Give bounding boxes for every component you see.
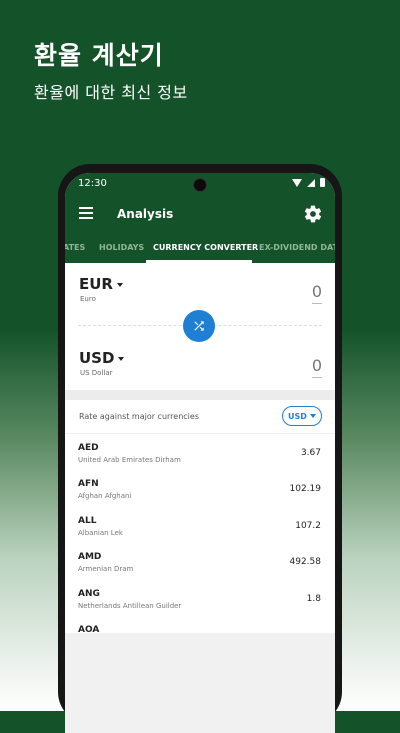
shuffle-icon xyxy=(194,321,204,331)
rate-value: 3.67 xyxy=(300,448,321,458)
rate-row[interactable]: ALL Albanian Lek 107.2 xyxy=(65,511,335,547)
wifi-icon xyxy=(292,178,302,187)
from-caret-down-icon xyxy=(116,282,123,287)
to-currency-code: USD xyxy=(79,349,115,367)
rates-label: Rate against major currencies xyxy=(79,412,199,421)
to-caret-down-icon xyxy=(118,356,125,361)
phone-frame: 12:30 Analysis ATES HOLIDAYS CURRENCY CO… xyxy=(58,164,342,733)
from-currency-selector[interactable]: EUR xyxy=(79,275,123,293)
rate-row[interactable]: AFN Afghan Afghani 102.19 xyxy=(65,474,335,510)
rate-code: ALL xyxy=(78,516,97,526)
rate-code: AOA xyxy=(78,625,100,633)
rate-code: AED xyxy=(78,443,99,453)
signal-icon xyxy=(307,178,315,187)
rate-name: Armenian Dram xyxy=(78,565,134,573)
rate-value: 107.2 xyxy=(295,521,321,531)
rate-code: AMD xyxy=(78,552,102,562)
base-caret-down-icon xyxy=(309,414,316,418)
tab-currency-converter[interactable]: CURRENCY CONVERTER xyxy=(153,243,258,252)
from-currency-name: Euro xyxy=(80,295,96,303)
rate-row[interactable]: AED United Arab Emirates Dirham 3.67 xyxy=(65,438,335,474)
rates-card: Rate against major currencies USD AED Un… xyxy=(65,400,335,633)
tab-holidays[interactable]: HOLIDAYS xyxy=(99,243,144,252)
status-bar: 12:30 xyxy=(65,173,335,197)
promo-title: 환율 계산기 xyxy=(34,41,164,70)
rate-name: Netherlands Antillean Guilder xyxy=(78,602,182,610)
from-amount-underline xyxy=(312,303,322,304)
battery-icon xyxy=(320,178,325,187)
rate-row[interactable]: AOA xyxy=(65,620,335,633)
toolbar-title: Analysis xyxy=(117,207,174,221)
rate-code: ANG xyxy=(78,589,100,599)
menu-icon[interactable] xyxy=(79,207,93,219)
camera-cutout xyxy=(193,178,207,192)
rates-divider xyxy=(65,433,335,434)
from-currency-code: EUR xyxy=(79,275,113,293)
base-currency-dropdown[interactable]: USD xyxy=(282,406,322,426)
to-currency-name: US Dollar xyxy=(80,369,113,377)
rate-name: Afghan Afghani xyxy=(78,492,132,500)
app-toolbar: Analysis xyxy=(65,197,335,233)
to-amount-underline xyxy=(312,377,322,378)
rate-value: 492.58 xyxy=(289,557,322,567)
rate-value: 102.19 xyxy=(289,484,322,494)
rate-value: 1.8 xyxy=(306,594,321,604)
swap-button[interactable] xyxy=(183,310,215,342)
section-gap xyxy=(65,390,335,400)
from-amount-input[interactable]: 0 xyxy=(312,282,322,301)
base-currency-label: USD xyxy=(288,411,307,421)
tab-dates[interactable]: ATES xyxy=(65,243,85,252)
status-time: 12:30 xyxy=(78,178,107,189)
gear-icon[interactable] xyxy=(303,204,323,224)
rate-name: United Arab Emirates Dirham xyxy=(78,456,181,464)
converter-card: EUR Euro 0 USD US Dollar 0 xyxy=(65,263,335,390)
to-amount-input[interactable]: 0 xyxy=(312,356,322,375)
tab-bar: ATES HOLIDAYS CURRENCY CONVERTER EX-DIVI… xyxy=(65,233,335,263)
app-screen: 12:30 Analysis ATES HOLIDAYS CURRENCY CO… xyxy=(65,173,335,733)
rate-name: Albanian Lek xyxy=(78,529,123,537)
status-icons xyxy=(292,178,325,187)
tab-ex-dividend-dates[interactable]: EX-DIVIDEND DATES xyxy=(259,243,335,252)
rate-code: AFN xyxy=(78,479,99,489)
rate-row[interactable]: AMD Armenian Dram 492.58 xyxy=(65,547,335,583)
rate-row[interactable]: ANG Netherlands Antillean Guilder 1.8 xyxy=(65,584,335,620)
promo-subtitle: 환율에 대한 최신 정보 xyxy=(34,83,188,102)
to-currency-selector[interactable]: USD xyxy=(79,349,125,367)
